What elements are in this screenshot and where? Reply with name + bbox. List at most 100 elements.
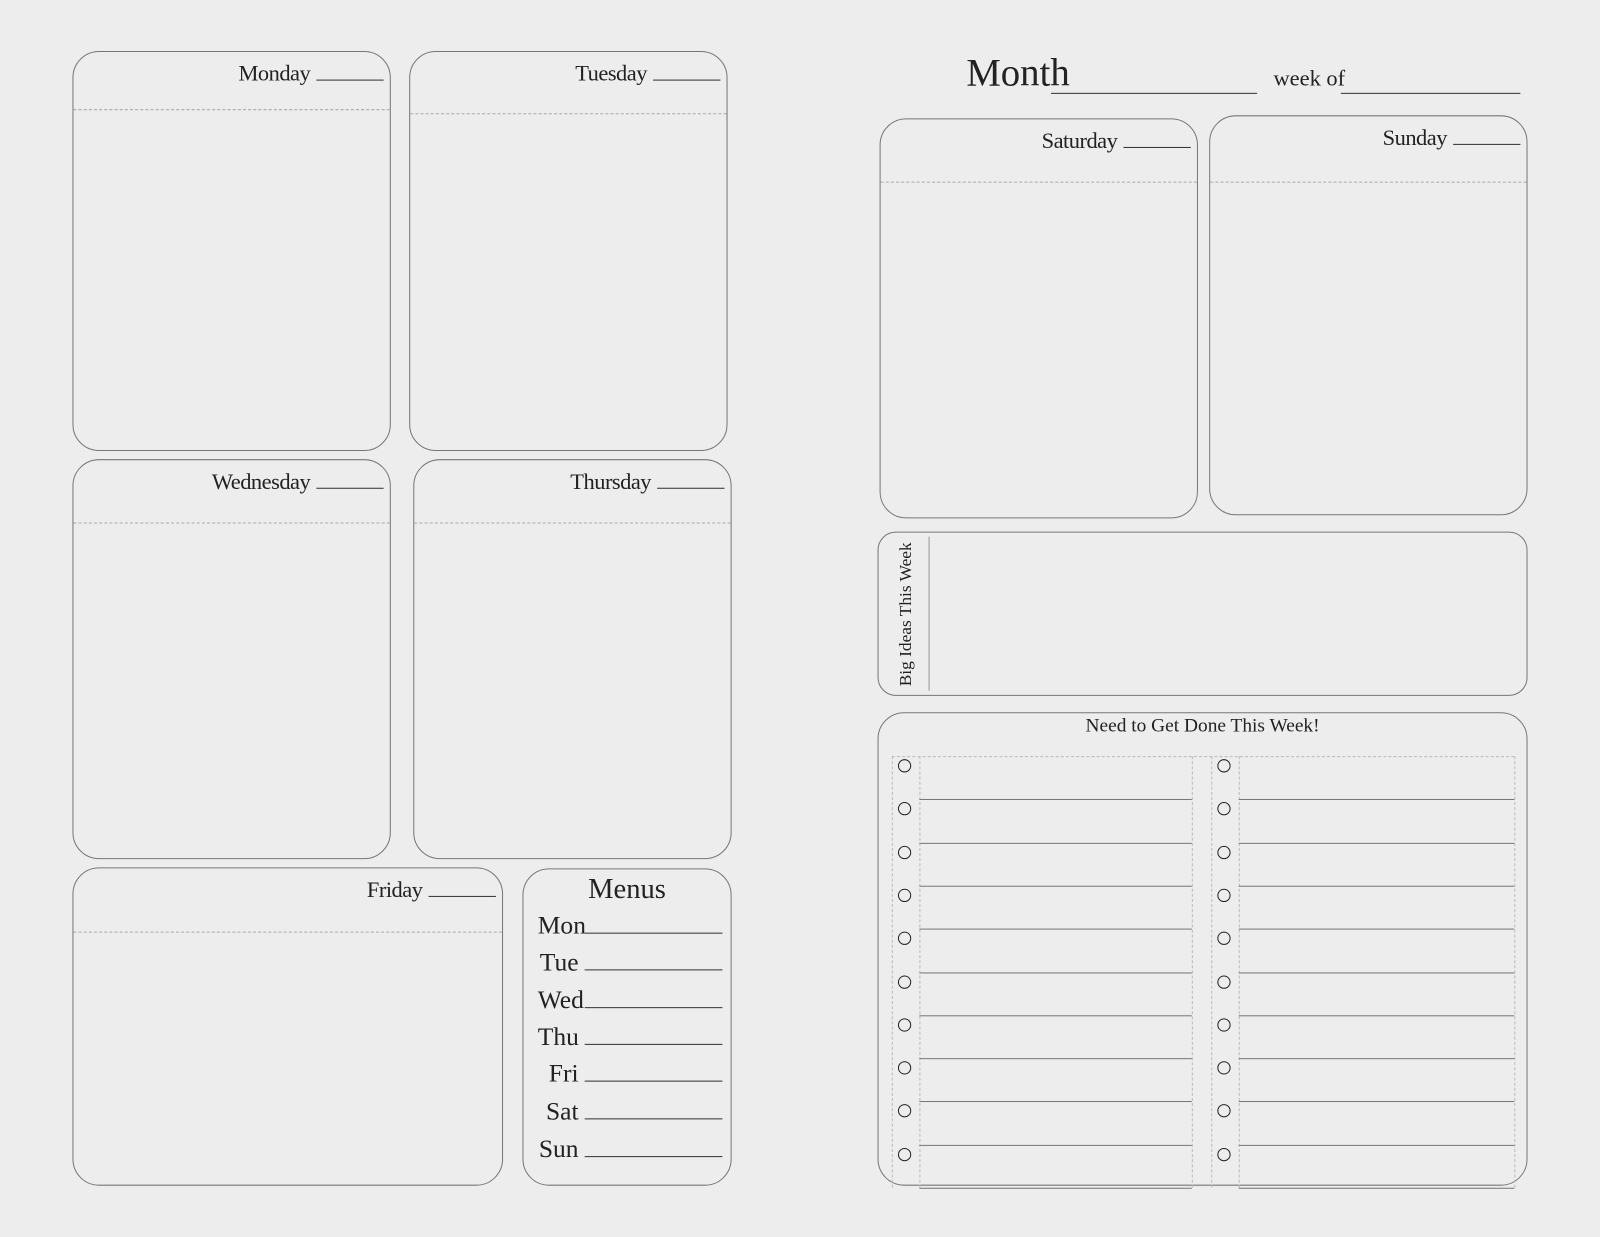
todo-line[interactable] bbox=[1238, 1015, 1515, 1017]
weekly-planner-page: Monday Tuesday Wednesday Thursday Friday… bbox=[0, 0, 1600, 1237]
menu-blank bbox=[584, 969, 723, 971]
todo-line[interactable] bbox=[919, 842, 1192, 844]
menu-day: Tue bbox=[539, 948, 579, 977]
menu-row-sun[interactable]: Sun bbox=[538, 1136, 723, 1165]
checkbox-circle-icon[interactable] bbox=[1217, 845, 1231, 859]
todo-line[interactable] bbox=[919, 1187, 1192, 1189]
checkbox-circle-icon[interactable] bbox=[897, 1147, 912, 1161]
thursday-title: Thursday bbox=[570, 468, 725, 495]
menu-row-tue[interactable]: Tue bbox=[538, 949, 723, 978]
todo-line[interactable] bbox=[1238, 842, 1515, 844]
menu-day: Thu bbox=[537, 1023, 579, 1052]
checkbox-circle-icon[interactable] bbox=[1217, 974, 1231, 989]
todo-line[interactable] bbox=[919, 885, 1192, 887]
todo-line[interactable] bbox=[1238, 1101, 1515, 1103]
date-blank bbox=[316, 487, 384, 489]
date-blank bbox=[657, 487, 725, 489]
checkbox-circle-icon[interactable] bbox=[1217, 888, 1231, 902]
todo-line[interactable] bbox=[1238, 1187, 1515, 1189]
todo-line[interactable] bbox=[1238, 1144, 1515, 1146]
menu-blank bbox=[584, 932, 723, 934]
wednesday-box[interactable]: Wednesday bbox=[72, 459, 391, 860]
header-divider bbox=[73, 109, 390, 111]
big-ideas-label: Big Ideas This Week bbox=[895, 542, 916, 687]
menu-day: Mon bbox=[537, 912, 586, 940]
header-divider bbox=[410, 113, 727, 115]
todo-box: Need to Get Done This Week! bbox=[877, 712, 1528, 1189]
checkbox-circle-icon[interactable] bbox=[1217, 931, 1231, 946]
saturday-box[interactable]: Saturday bbox=[879, 118, 1198, 519]
checkbox-circle-icon[interactable] bbox=[897, 1018, 912, 1032]
menu-day: Sat bbox=[545, 1097, 579, 1126]
checkbox-circle-icon[interactable] bbox=[1217, 1104, 1231, 1118]
todo-line[interactable] bbox=[1238, 1058, 1515, 1060]
todo-line[interactable] bbox=[1238, 928, 1515, 930]
todo-line[interactable] bbox=[919, 1144, 1192, 1146]
menu-blank bbox=[584, 1080, 723, 1082]
menus-title: Menus bbox=[588, 873, 666, 906]
menu-blank bbox=[584, 1043, 723, 1045]
todo-line[interactable] bbox=[919, 1015, 1192, 1017]
day-label: Tuesday bbox=[575, 60, 647, 86]
menu-row-mon[interactable]: Mon bbox=[538, 912, 723, 941]
menu-row-sat[interactable]: Sat bbox=[538, 1098, 723, 1127]
todo-line[interactable] bbox=[919, 928, 1192, 930]
todo-line[interactable] bbox=[1238, 971, 1515, 973]
header-divider bbox=[1210, 181, 1527, 183]
todo-line[interactable] bbox=[1238, 799, 1515, 801]
checkbox-circle-icon[interactable] bbox=[897, 1061, 912, 1075]
saturday-title: Saturday bbox=[1042, 128, 1191, 155]
checkbox-circle-icon[interactable] bbox=[897, 845, 912, 859]
header-divider bbox=[73, 522, 390, 524]
menu-blank bbox=[584, 1156, 723, 1158]
date-blank bbox=[1453, 143, 1521, 145]
day-label: Sunday bbox=[1382, 124, 1448, 150]
monday-box[interactable]: Monday bbox=[72, 51, 391, 452]
menu-row-wed[interactable]: Wed bbox=[538, 987, 723, 1016]
menu-day: Wed bbox=[537, 986, 584, 1015]
tuesday-box[interactable]: Tuesday bbox=[409, 51, 728, 452]
day-label: Monday bbox=[238, 60, 311, 86]
todo-line[interactable] bbox=[919, 1101, 1192, 1103]
sunday-box[interactable]: Sunday bbox=[1209, 115, 1528, 516]
menu-row-fri[interactable]: Fri bbox=[538, 1060, 723, 1089]
guide-line bbox=[1514, 756, 1516, 1188]
friday-box[interactable]: Friday bbox=[72, 867, 504, 1186]
day-label: Saturday bbox=[1041, 127, 1118, 154]
checkbox-circle-icon[interactable] bbox=[897, 802, 912, 816]
checkbox-circle-icon[interactable] bbox=[897, 888, 912, 902]
todo-title: Need to Get Done This Week! bbox=[1085, 715, 1320, 737]
menus-box: Menus Mon Tue Wed Thu Fri Sat Sun bbox=[522, 868, 732, 1186]
big-ideas-divider bbox=[928, 536, 930, 691]
day-label: Wednesday bbox=[211, 468, 311, 494]
month-blank[interactable] bbox=[1051, 92, 1258, 94]
sunday-title: Sunday bbox=[1383, 124, 1521, 151]
month-label: Month bbox=[966, 52, 1070, 95]
checkbox-circle-icon[interactable] bbox=[1217, 1018, 1231, 1032]
todo-line[interactable] bbox=[919, 799, 1192, 801]
todo-line[interactable] bbox=[919, 1058, 1192, 1060]
checkbox-circle-icon[interactable] bbox=[1217, 1147, 1231, 1161]
checkbox-circle-icon[interactable] bbox=[1217, 759, 1231, 773]
todo-line[interactable] bbox=[1238, 885, 1515, 887]
header-divider bbox=[414, 522, 731, 524]
menu-blank bbox=[584, 1007, 723, 1009]
checkbox-circle-icon[interactable] bbox=[1217, 802, 1231, 816]
checkbox-circle-icon[interactable] bbox=[897, 974, 912, 989]
todo-line[interactable] bbox=[919, 971, 1192, 973]
wednesday-title: Wednesday bbox=[212, 468, 384, 495]
thursday-box[interactable]: Thursday bbox=[413, 459, 732, 860]
menu-row-thu[interactable]: Thu bbox=[538, 1023, 723, 1052]
guide-line bbox=[1211, 756, 1213, 1188]
checkbox-circle-icon[interactable] bbox=[1217, 1061, 1231, 1075]
week-of-label: week of bbox=[1273, 65, 1346, 91]
checkbox-circle-icon[interactable] bbox=[897, 1104, 912, 1118]
big-ideas-box[interactable]: Big Ideas This Week bbox=[877, 531, 1528, 696]
checkbox-circle-icon[interactable] bbox=[897, 759, 912, 773]
guide-line bbox=[1191, 756, 1193, 1188]
checkbox-circle-icon[interactable] bbox=[897, 931, 912, 946]
header-divider bbox=[73, 931, 503, 933]
date-blank bbox=[316, 79, 384, 81]
guide-line bbox=[891, 756, 893, 1188]
week-of-blank[interactable] bbox=[1340, 92, 1521, 94]
